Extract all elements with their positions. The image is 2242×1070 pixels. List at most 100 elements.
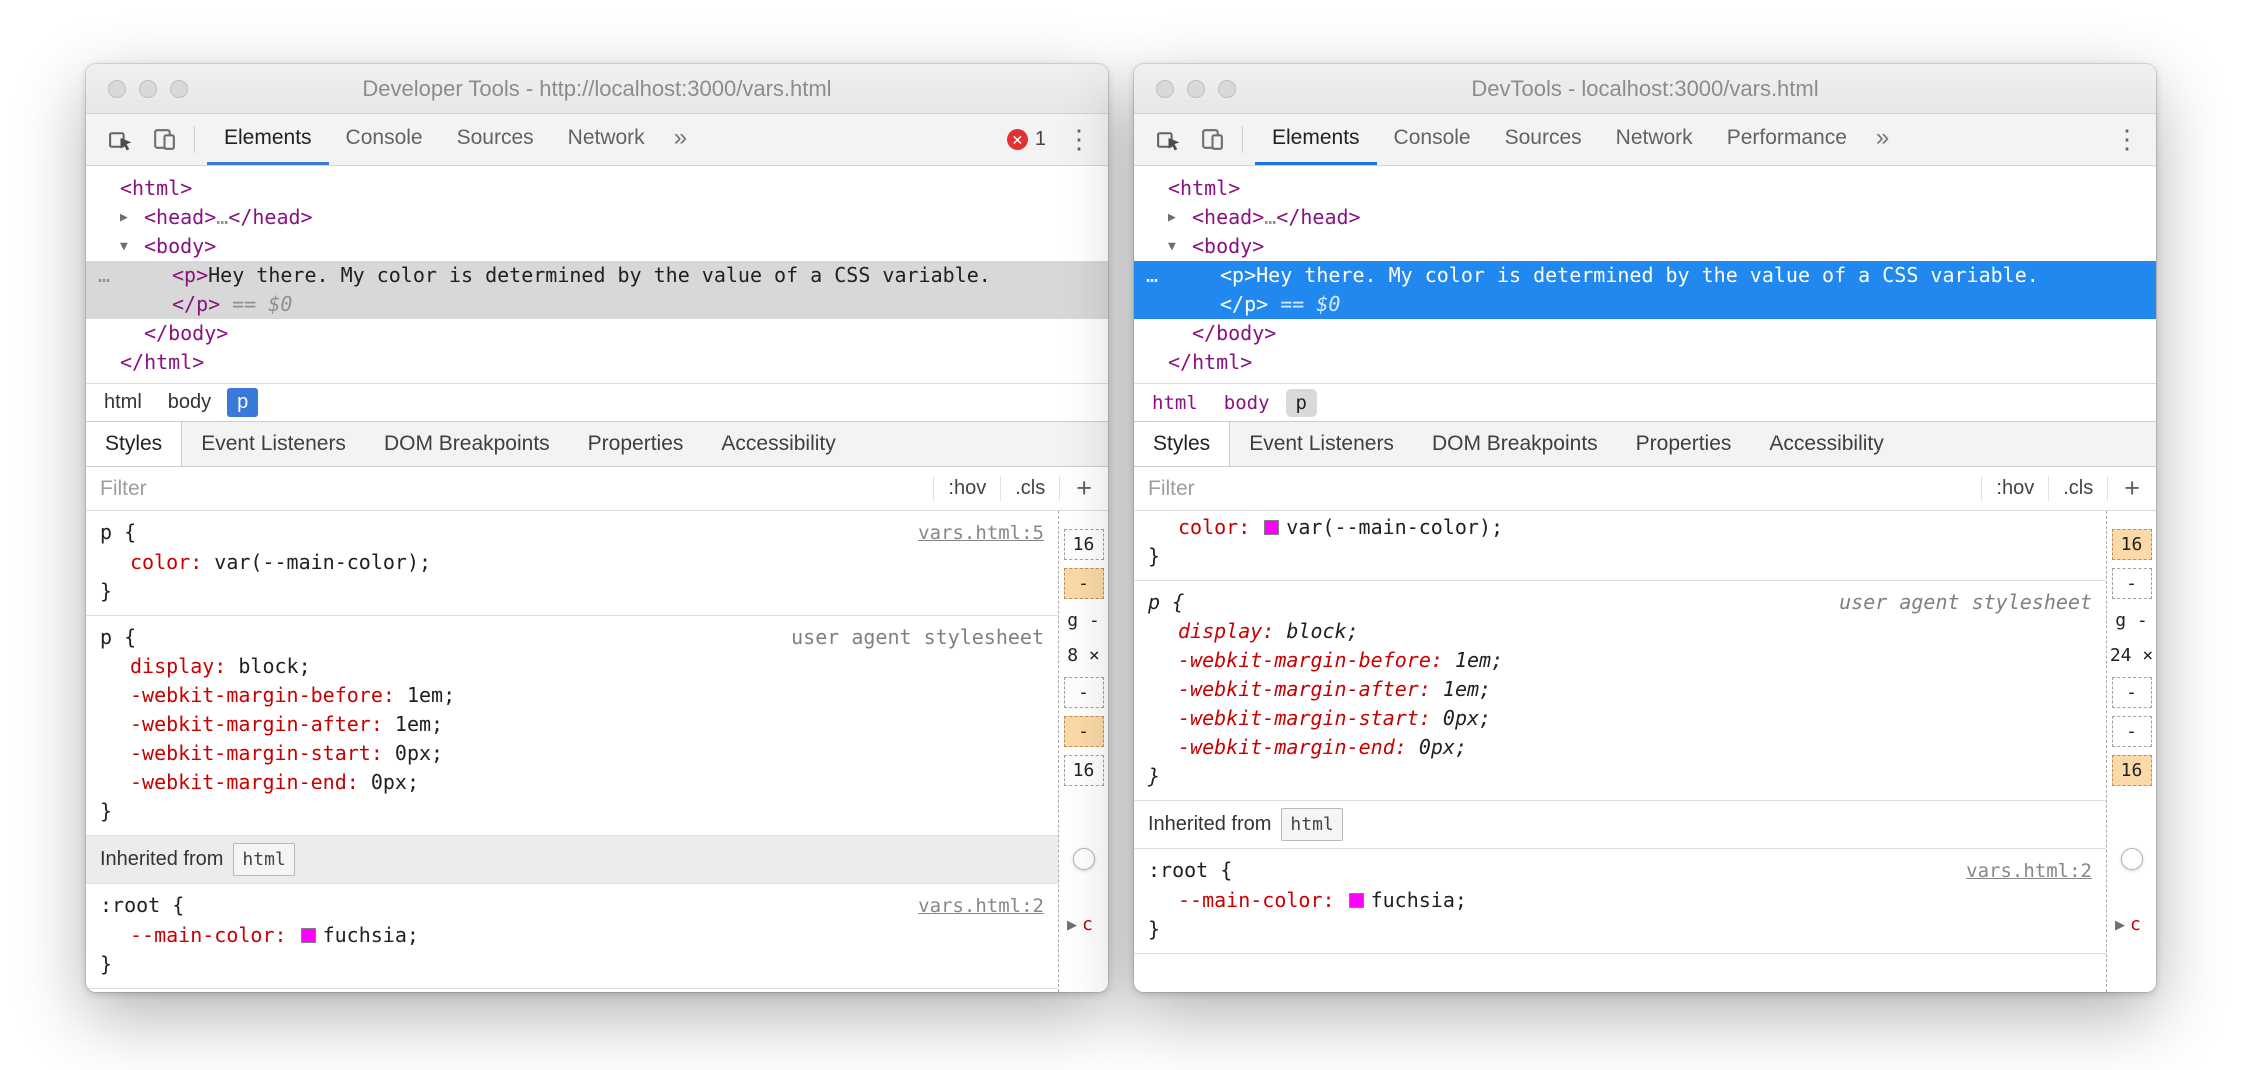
more-panels-chevron[interactable]: » bbox=[1864, 114, 1901, 165]
new-style-rule-button[interactable]: + bbox=[2107, 476, 2156, 502]
dom-node-line[interactable]: ▼<body> bbox=[86, 232, 1108, 261]
dom-node-line[interactable]: </p> == $0 bbox=[86, 290, 1108, 319]
tab-performance[interactable]: Performance bbox=[1710, 114, 1864, 165]
tab-sources[interactable]: Sources bbox=[1488, 114, 1599, 165]
tab-console[interactable]: Console bbox=[1377, 114, 1488, 165]
css-property-value[interactable]: 1em; bbox=[1443, 677, 1491, 701]
css-property-name[interactable]: -webkit-margin-before: bbox=[130, 683, 395, 707]
expander-triangle-icon[interactable]: ▶ bbox=[2115, 917, 2125, 933]
sidebar-tab-properties[interactable]: Properties bbox=[1617, 422, 1751, 466]
css-property-name[interactable]: -webkit-margin-before: bbox=[1178, 648, 1443, 672]
sidebar-tab-styles[interactable]: Styles bbox=[1134, 422, 1230, 466]
sidebar-tab-dom-breakpoints[interactable]: DOM Breakpoints bbox=[1413, 422, 1617, 466]
styles-filter-input[interactable]: Filter bbox=[1134, 477, 1981, 501]
css-property[interactable]: -webkit-margin-start: 0px; bbox=[1148, 704, 2092, 733]
element-state-circle[interactable] bbox=[1073, 848, 1095, 870]
crumb-p[interactable]: p bbox=[1286, 389, 1317, 417]
zoom-button[interactable] bbox=[170, 80, 188, 98]
css-property[interactable]: -webkit-margin-start: 0px; bbox=[100, 739, 1044, 768]
css-property-value[interactable]: 0px; bbox=[395, 741, 443, 765]
dom-node-line[interactable]: ▶<head>…</head> bbox=[86, 203, 1108, 232]
css-property-name[interactable]: display: bbox=[130, 654, 226, 678]
stylesheet-link[interactable]: vars.html:2 bbox=[1966, 857, 2092, 886]
toggle-cls-button[interactable]: .cls bbox=[2048, 476, 2107, 502]
rule-selector[interactable]: p { bbox=[100, 623, 136, 652]
css-property-name[interactable]: --main-color: bbox=[130, 923, 287, 947]
color-swatch[interactable] bbox=[1264, 520, 1279, 535]
css-property-value[interactable]: 0px; bbox=[371, 770, 419, 794]
css-property-value[interactable]: 1em; bbox=[407, 683, 455, 707]
inspect-element-icon[interactable] bbox=[98, 114, 142, 165]
css-property-value[interactable]: var(--main-color); bbox=[1286, 515, 1503, 539]
dom-node-line[interactable]: <html> bbox=[1134, 174, 2156, 203]
node-overflow-ellipsis[interactable]: … bbox=[1146, 261, 1158, 290]
inherited-node-link[interactable]: html bbox=[233, 843, 294, 876]
disclosure-triangle[interactable]: ▼ bbox=[1168, 232, 1176, 261]
css-property[interactable]: color: var(--main-color); bbox=[100, 548, 1044, 577]
stylesheet-link[interactable]: vars.html:5 bbox=[918, 519, 1044, 548]
rule-selector[interactable]: :root { bbox=[1148, 856, 1232, 885]
css-property-value[interactable]: 1em; bbox=[395, 712, 443, 736]
device-toolbar-icon[interactable] bbox=[142, 114, 186, 165]
dom-node-line[interactable]: </html> bbox=[1134, 348, 2156, 377]
toggle-cls-button[interactable]: .cls bbox=[1000, 476, 1059, 502]
element-state-circle[interactable] bbox=[2121, 848, 2143, 870]
stylesheet-link[interactable]: vars.html:2 bbox=[918, 892, 1044, 921]
tab-sources[interactable]: Sources bbox=[440, 114, 551, 165]
close-button[interactable] bbox=[1156, 80, 1174, 98]
color-swatch[interactable] bbox=[1349, 893, 1364, 908]
crumb-html[interactable]: html bbox=[1142, 389, 1208, 417]
css-property-value[interactable]: 0px; bbox=[1419, 735, 1467, 759]
device-toolbar-icon[interactable] bbox=[1190, 114, 1234, 165]
expander-triangle-icon[interactable]: ▶ bbox=[1067, 917, 1077, 933]
css-property-value[interactable]: fuchsia; bbox=[323, 923, 419, 947]
sidebar-tab-accessibility[interactable]: Accessibility bbox=[1750, 422, 1902, 466]
inspect-element-icon[interactable] bbox=[1146, 114, 1190, 165]
error-badge[interactable]: ✕ 1 bbox=[1007, 128, 1046, 151]
css-property-name[interactable]: -webkit-margin-start: bbox=[130, 741, 383, 765]
css-property[interactable]: display: block; bbox=[100, 652, 1044, 681]
dom-node-line[interactable]: …<p>Hey there. My color is determined by… bbox=[1134, 261, 2156, 290]
kebab-menu-icon[interactable]: ⋮ bbox=[1066, 124, 1092, 155]
css-property[interactable]: -webkit-margin-after: 1em; bbox=[100, 710, 1044, 739]
crumb-p[interactable]: p bbox=[227, 388, 258, 417]
css-property-name[interactable]: color: bbox=[1178, 515, 1250, 539]
sidebar-tab-properties[interactable]: Properties bbox=[569, 422, 703, 466]
tab-console[interactable]: Console bbox=[329, 114, 440, 165]
dom-node-line[interactable]: ▼<body> bbox=[1134, 232, 2156, 261]
zoom-button[interactable] bbox=[1218, 80, 1236, 98]
kebab-menu-icon[interactable]: ⋮ bbox=[2114, 124, 2140, 155]
rule-selector[interactable]: p { bbox=[1148, 588, 1184, 617]
close-button[interactable] bbox=[108, 80, 126, 98]
rule-selector[interactable]: :root { bbox=[100, 891, 184, 920]
css-property-name[interactable]: -webkit-margin-start: bbox=[1178, 706, 1431, 730]
tab-elements[interactable]: Elements bbox=[1255, 114, 1377, 165]
css-property[interactable]: display: block; bbox=[1148, 617, 2092, 646]
css-property[interactable]: --main-color: fuchsia; bbox=[1148, 886, 2092, 915]
css-property-name[interactable]: color: bbox=[130, 550, 202, 574]
toggle-hov-button[interactable]: :hov bbox=[1981, 476, 2048, 502]
tab-network[interactable]: Network bbox=[1599, 114, 1710, 165]
dom-node-line[interactable]: </p> == $0 bbox=[1134, 290, 2156, 319]
css-property[interactable]: color: var(--main-color); bbox=[1148, 513, 2092, 542]
sidebar-tab-dom-breakpoints[interactable]: DOM Breakpoints bbox=[365, 422, 569, 466]
rule-selector[interactable]: p { bbox=[100, 518, 136, 547]
disclosure-triangle[interactable]: ▶ bbox=[120, 203, 128, 232]
titlebar[interactable]: DevTools - localhost:3000/vars.html bbox=[1134, 64, 2156, 114]
dom-node-line[interactable]: …<p>Hey there. My color is determined by… bbox=[86, 261, 1108, 290]
css-property[interactable]: --main-color: fuchsia; bbox=[100, 921, 1044, 950]
css-property-name[interactable]: -webkit-margin-end: bbox=[130, 770, 359, 794]
css-property-value[interactable]: block; bbox=[238, 654, 310, 678]
titlebar[interactable]: Developer Tools - http://localhost:3000/… bbox=[86, 64, 1108, 114]
css-property[interactable]: -webkit-margin-before: 1em; bbox=[1148, 646, 2092, 675]
css-property-name[interactable]: -webkit-margin-after: bbox=[1178, 677, 1431, 701]
css-property-name[interactable]: -webkit-margin-end: bbox=[1178, 735, 1407, 759]
tab-elements[interactable]: Elements bbox=[207, 114, 329, 165]
css-property-name[interactable]: display: bbox=[1178, 619, 1274, 643]
css-property-name[interactable]: -webkit-margin-after: bbox=[130, 712, 383, 736]
toggle-hov-button[interactable]: :hov bbox=[933, 476, 1000, 502]
disclosure-triangle[interactable]: ▼ bbox=[120, 232, 128, 261]
sidebar-tab-event-listeners[interactable]: Event Listeners bbox=[1230, 422, 1413, 466]
css-property-value[interactable]: var(--main-color); bbox=[214, 550, 431, 574]
color-swatch[interactable] bbox=[301, 928, 316, 943]
